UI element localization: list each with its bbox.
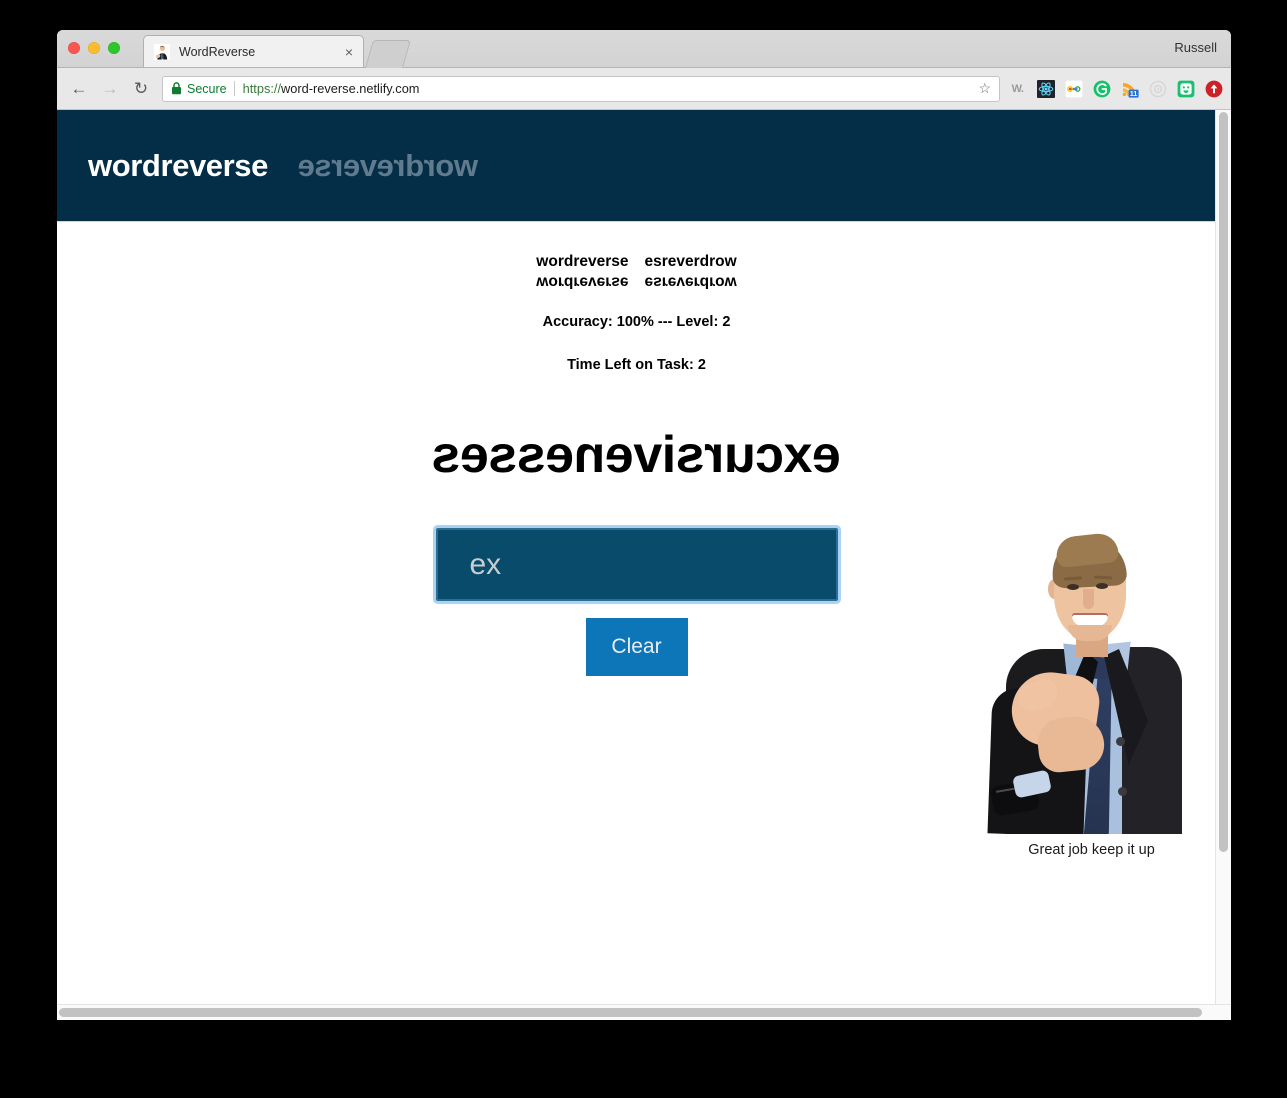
challenge-word: excursivenesses xyxy=(432,426,841,485)
word-column-reversed: esreverdrow esreverdrow xyxy=(645,252,737,291)
vertical-scrollbar-thumb[interactable] xyxy=(1219,112,1228,852)
vertical-scrollbar[interactable] xyxy=(1215,110,1231,1005)
wikipedia-extension-icon[interactable]: W. xyxy=(1008,79,1027,98)
word-reversed-top: esreverdrow xyxy=(644,253,737,270)
messenger-extension-icon[interactable] xyxy=(1176,79,1195,98)
reload-icon[interactable]: ↻ xyxy=(127,75,155,103)
bookmark-star-icon[interactable]: ☆ xyxy=(978,80,991,97)
site-logo: wordreverse xyxy=(88,147,268,183)
feedback-caption: Great job keep it up xyxy=(1028,842,1155,858)
window-traffic-lights xyxy=(68,42,120,54)
clear-button[interactable]: Clear xyxy=(585,618,688,677)
back-icon[interactable]: ← xyxy=(65,75,93,103)
word-reference-grid: wordreverse wordreverse esreverdrow esre… xyxy=(57,252,1216,291)
word-reversed-mirrored: esreverdrow xyxy=(644,273,737,291)
profile-name[interactable]: Russell xyxy=(1174,40,1217,55)
close-window-button[interactable] xyxy=(68,42,80,54)
businessman-favicon xyxy=(154,43,170,60)
url-host: word-reverse.netlify.com xyxy=(281,81,420,96)
link-extension-icon[interactable] xyxy=(1064,79,1083,98)
minimize-window-button[interactable] xyxy=(88,42,100,54)
rss-feed-extension-icon[interactable]: 11 xyxy=(1120,79,1139,98)
new-tab-button[interactable] xyxy=(364,40,412,68)
site-header: wordreverse wordreverse xyxy=(57,110,1216,222)
address-bar[interactable]: Secure https://word-reverse.netlify.com … xyxy=(162,75,1000,102)
accuracy-level-status: Accuracy: 100% --- Level: 2 xyxy=(542,314,731,331)
url-divider xyxy=(233,81,235,96)
grammarly-extension-icon[interactable] xyxy=(1092,79,1111,98)
url-scheme: https:// xyxy=(242,81,282,96)
word-normal-mirrored: wordreverse xyxy=(536,273,629,291)
time-left-status: Time Left on Task: 2 xyxy=(567,357,706,374)
browser-toolbar: ← → ↻ Secure https://word-reverse.netlif… xyxy=(57,68,1231,110)
extension-icons: W. 11 xyxy=(1006,79,1223,98)
answer-input[interactable] xyxy=(435,528,838,602)
page-content: wordreverse wordreverse wordreverse word… xyxy=(57,110,1216,1005)
react-devtools-extension-icon[interactable] xyxy=(1036,79,1055,98)
forward-icon[interactable]: → xyxy=(96,75,124,103)
feedback-panel: Great job keep it up xyxy=(984,521,1199,858)
page-viewport: wordreverse wordreverse wordreverse word… xyxy=(57,110,1231,1020)
horizontal-scrollbar-thumb[interactable] xyxy=(59,1008,1202,1017)
target-extension-icon[interactable] xyxy=(1148,79,1167,98)
word-column-normal: wordreverse wordreverse xyxy=(536,252,628,291)
maximize-window-button[interactable] xyxy=(108,42,120,54)
tab-title: WordReverse xyxy=(179,44,256,59)
tab-wordreverse[interactable]: WordReverse × xyxy=(143,35,364,67)
horizontal-scrollbar[interactable] xyxy=(57,1004,1231,1020)
secure-label: Secure xyxy=(187,81,227,96)
site-logo-mirrored: wordreverse xyxy=(297,147,478,183)
close-tab-icon[interactable]: × xyxy=(343,45,355,59)
word-normal-top: wordreverse xyxy=(536,253,629,270)
url-text: https://word-reverse.netlify.com xyxy=(243,81,973,96)
browser-window: WordReverse × Russell ← → ↻ Secure https… xyxy=(57,30,1231,1020)
businessman-handshake-photo xyxy=(984,521,1199,834)
rss-badge-count: 11 xyxy=(1129,90,1137,97)
upload-extension-icon[interactable] xyxy=(1204,79,1223,98)
lock-icon xyxy=(171,82,182,95)
browser-tab-strip: WordReverse × Russell xyxy=(57,30,1231,68)
